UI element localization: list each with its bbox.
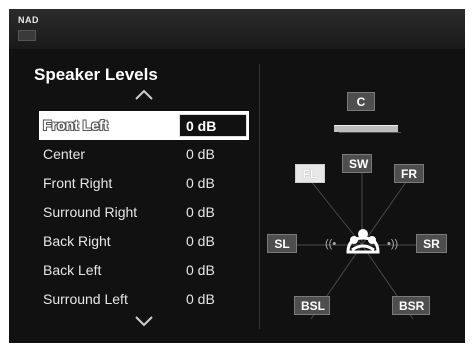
speaker-chip-surround-right[interactable]: SR — [416, 234, 447, 253]
list-item-front-left[interactable]: Front Left 0 dB — [39, 111, 249, 140]
speaker-name: Center — [43, 146, 86, 162]
sound-wave-left: ((• — [325, 238, 337, 250]
listener-icon — [346, 229, 380, 254]
chevron-up-icon[interactable] — [134, 89, 154, 101]
list-item-surround-left[interactable]: Surround Left 0 dB — [39, 285, 249, 314]
brand-logo: NAD — [18, 15, 39, 25]
speaker-level-value: 0 dB — [186, 262, 215, 278]
tv-screen-bar — [334, 125, 398, 132]
speaker-list: Front Left 0 dB Center 0 dB Front Right … — [39, 111, 249, 314]
speaker-level-value: 0 dB — [186, 146, 215, 162]
speaker-chip-back-surround-right[interactable]: BSR — [392, 296, 430, 315]
speaker-levels-screen: NAD Speaker Levels Front Left 0 dB Cente… — [9, 9, 465, 343]
speaker-level-value: 0 dB — [186, 175, 215, 191]
list-item-surround-right[interactable]: Surround Right 0 dB — [39, 198, 249, 227]
brand-indicator — [18, 30, 36, 41]
speaker-chip-center[interactable]: C — [347, 92, 375, 111]
list-item-center[interactable]: Center 0 dB — [39, 140, 249, 169]
speaker-chip-front-left[interactable]: FL — [295, 164, 325, 183]
speaker-layout-rays — [283, 169, 441, 320]
speaker-name: Front Left — [43, 117, 109, 133]
speaker-chip-subwoofer[interactable]: SW — [342, 154, 372, 173]
list-item-front-right[interactable]: Front Right 0 dB — [39, 169, 249, 198]
page-title: Speaker Levels — [34, 65, 158, 84]
speaker-level-value[interactable]: 0 dB — [179, 114, 247, 137]
speaker-name: Surround Right — [43, 204, 138, 220]
speaker-chip-front-right[interactable]: FR — [394, 164, 424, 183]
list-item-back-left[interactable]: Back Left 0 dB — [39, 256, 249, 285]
speaker-name: Front Right — [43, 175, 113, 191]
list-item-back-right[interactable]: Back Right 0 dB — [39, 227, 249, 256]
speaker-level-value: 0 dB — [186, 204, 215, 220]
speaker-level-value: 0 dB — [186, 233, 215, 249]
speaker-level-value: 0 dB — [186, 291, 215, 307]
sound-wave-right: •)) — [387, 238, 399, 250]
speaker-name: Back Left — [43, 262, 102, 278]
top-bar: NAD — [9, 9, 465, 49]
speaker-chip-surround-left[interactable]: SL — [267, 234, 297, 253]
tv-base-line — [339, 132, 401, 133]
speaker-chip-back-surround-left[interactable]: BSL — [294, 296, 330, 315]
speaker-name: Surround Left — [43, 291, 128, 307]
chevron-down-icon[interactable] — [134, 315, 154, 327]
speaker-name: Back Right — [43, 233, 111, 249]
